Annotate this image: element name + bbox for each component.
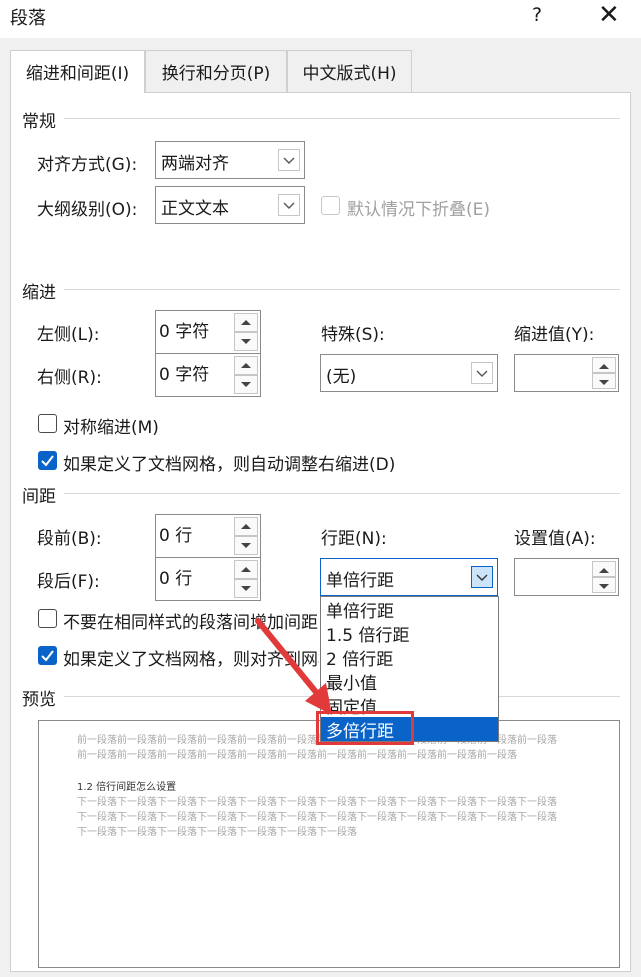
- chevron-down-icon: [471, 566, 493, 588]
- tab-asian-typography[interactable]: 中文版式(H): [287, 50, 412, 92]
- indent-left-spinner[interactable]: 0 字符: [155, 310, 261, 354]
- special-select[interactable]: (无): [320, 354, 498, 392]
- indent-right-label: 右侧(R):: [37, 368, 102, 388]
- line-spacing-value: 单倍行距: [326, 571, 394, 591]
- spin-up-icon[interactable]: [234, 313, 258, 332]
- close-button[interactable]: ✕: [598, 0, 620, 30]
- chevron-down-icon: [278, 194, 300, 216]
- line-spacing-label: 行距(N):: [321, 529, 387, 549]
- line-spacing-select[interactable]: 单倍行距: [320, 558, 498, 596]
- divider: [64, 118, 620, 119]
- spacing-after-label: 段后(F):: [37, 572, 100, 592]
- chevron-down-icon: [471, 362, 493, 384]
- collapse-checkbox[interactable]: [321, 196, 340, 215]
- section-general-heading: 常规: [22, 112, 56, 132]
- snap-grid-checkbox[interactable]: [38, 646, 57, 665]
- indent-by-label: 缩进值(Y):: [514, 325, 595, 345]
- tab-line-page-breaks[interactable]: 换行和分页(P): [145, 50, 287, 92]
- indent-left-value: 0 字符: [159, 322, 210, 342]
- spin-up-icon[interactable]: [234, 560, 258, 579]
- divider: [64, 493, 620, 494]
- mirror-indents-checkbox[interactable]: [38, 414, 57, 433]
- alignment-select[interactable]: 两端对齐: [155, 141, 305, 179]
- alignment-value: 两端对齐: [161, 154, 229, 174]
- spacing-before-label: 段前(B):: [37, 529, 102, 549]
- preview-current-paragraph: 1.2 倍行间距怎么设置: [77, 782, 177, 793]
- section-preview-heading: 预览: [22, 690, 56, 710]
- section-spacing-heading: 间距: [22, 487, 56, 507]
- annotation-arrow-icon: [255, 618, 332, 715]
- spin-down-icon[interactable]: [592, 373, 616, 389]
- tab-label: 中文版式(H): [302, 64, 397, 84]
- auto-adjust-label: 如果定义了文档网格，则自动调整右缩进(D): [63, 455, 396, 475]
- title-bar: [0, 0, 641, 38]
- spin-down-icon[interactable]: [234, 332, 258, 351]
- divider: [64, 289, 620, 290]
- spacing-after-value: 0 行: [159, 569, 193, 589]
- indent-by-spinner[interactable]: [514, 354, 619, 392]
- collapse-label: 默认情况下折叠(E): [347, 200, 491, 220]
- indent-right-spinner[interactable]: 0 字符: [155, 353, 261, 397]
- indent-left-label: 左侧(L):: [37, 325, 100, 345]
- no-space-checkbox[interactable]: [38, 609, 57, 628]
- preview-pane: 前一段落前一段落前一段落前一段落前一段落前一段落前一段落前一段落前一段落前一段落…: [38, 720, 620, 968]
- special-value: (无): [326, 367, 357, 387]
- outline-level-label: 大纲级别(O):: [37, 200, 138, 220]
- section-indent-heading: 缩进: [22, 283, 56, 303]
- spin-up-icon[interactable]: [592, 561, 616, 577]
- auto-adjust-checkbox[interactable]: [38, 451, 57, 470]
- preview-next-paragraph: 下一段落下一段落下一段落下一段落下一段落下一段落下一段落下一段落下一段落下一段落…: [77, 797, 557, 838]
- chevron-down-icon: [278, 149, 300, 171]
- spacing-after-spinner[interactable]: 0 行: [155, 557, 261, 601]
- dialog-title: 段落: [10, 8, 46, 29]
- tab-indents-spacing[interactable]: 缩进和间距(I): [10, 50, 145, 93]
- spin-up-icon[interactable]: [592, 357, 616, 373]
- help-button[interactable]: ?: [532, 4, 542, 26]
- indent-right-value: 0 字符: [159, 365, 210, 385]
- alignment-label: 对齐方式(G):: [37, 155, 138, 175]
- spin-down-icon[interactable]: [234, 375, 258, 394]
- outline-level-select[interactable]: 正文文本: [155, 186, 305, 224]
- spin-down-icon[interactable]: [234, 579, 258, 598]
- mirror-indents-label: 对称缩进(M): [63, 418, 159, 438]
- spin-down-icon[interactable]: [234, 536, 258, 555]
- spacing-before-value: 0 行: [159, 526, 193, 546]
- spacing-at-label: 设置值(A):: [514, 529, 596, 549]
- spin-up-icon[interactable]: [234, 356, 258, 375]
- outline-level-value: 正文文本: [161, 199, 229, 219]
- spin-up-icon[interactable]: [234, 517, 258, 536]
- special-label: 特殊(S):: [321, 325, 385, 345]
- spin-down-icon[interactable]: [592, 577, 616, 593]
- tab-label: 换行和分页(P): [161, 64, 271, 84]
- tab-label: 缩进和间距(I): [25, 64, 130, 84]
- spacing-at-spinner[interactable]: [514, 558, 619, 596]
- spacing-before-spinner[interactable]: 0 行: [155, 514, 261, 558]
